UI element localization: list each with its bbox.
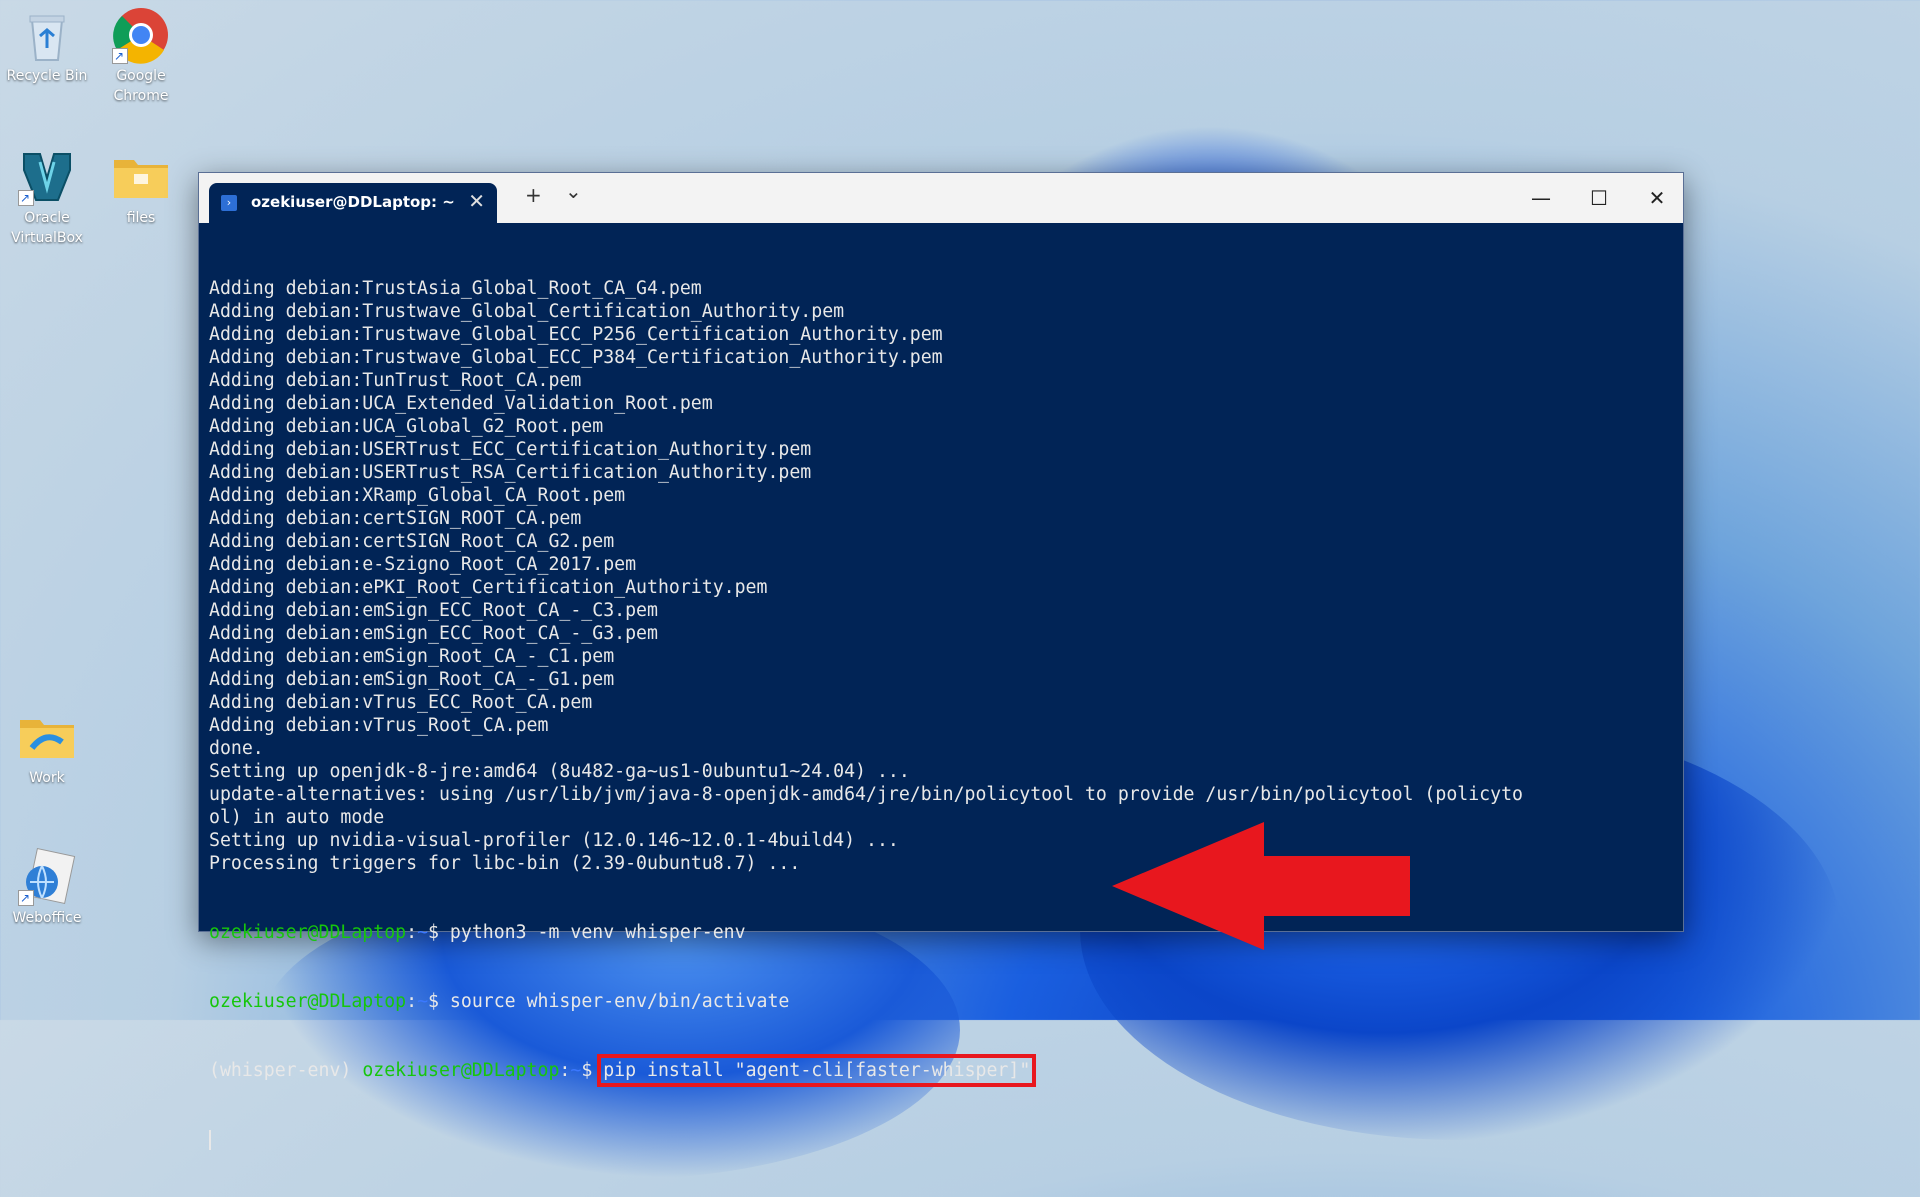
output-line: done.: [209, 738, 264, 759]
desktop-icon-weboffice[interactable]: Weboffice: [2, 847, 92, 928]
work-folder-icon: [18, 708, 76, 766]
output-line: Setting up openjdk-8-jre:amd64 (8u482-ga…: [209, 761, 910, 782]
output-line: Adding debian:Trustwave_Global_ECC_P256_…: [209, 324, 943, 345]
output-line: Adding debian:emSign_ECC_Root_CA_-_C3.pe…: [209, 600, 658, 621]
output-line: Adding debian:emSign_Root_CA_-_G1.pem: [209, 669, 615, 690]
chrome-icon: [112, 6, 170, 66]
command-line: ozekiuser@DDLaptop:~$ python3 -m venv wh…: [209, 921, 1673, 944]
tab-close-icon[interactable]: ✕: [468, 189, 485, 213]
prompt-user: ozekiuser@DDLaptop: [362, 1060, 560, 1081]
output-line: Adding debian:Trustwave_Global_ECC_P384_…: [209, 347, 943, 368]
prompt-user: ozekiuser@DDLaptop: [209, 991, 407, 1012]
terminal-window[interactable]: › ozekiuser@DDLaptop: ~ ✕ + ⌄ — ☐ ✕ Addi…: [198, 172, 1684, 1150]
shortcut-arrow-icon: [18, 888, 34, 908]
output-line: Adding debian:TrustAsia_Global_Root_CA_G…: [209, 278, 702, 299]
output-line: Adding debian:UCA_Global_G2_Root.pem: [209, 416, 604, 437]
output-line: update-alternatives: using /usr/lib/jvm/…: [209, 784, 1523, 805]
prompt-user: ozekiuser@DDLaptop: [209, 922, 407, 943]
output-line: Adding debian:TunTrust_Root_CA.pem: [209, 370, 582, 391]
weboffice-icon: [18, 847, 76, 908]
text-cursor: [209, 1130, 211, 1150]
output-line: Setting up nvidia-visual-profiler (12.0.…: [209, 830, 899, 851]
new-tab-button[interactable]: +: [525, 183, 542, 207]
desktop-icon-label: Recycle Bin: [6, 68, 88, 84]
prompt-colon: :: [559, 1060, 571, 1081]
output-line: Adding debian:vTrus_Root_CA.pem: [209, 715, 549, 736]
command-line: ozekiuser@DDLaptop:~$ source whisper-env…: [209, 990, 1673, 1013]
venv-prefix: (whisper-env): [209, 1060, 363, 1081]
desktop-icon-label: Weboffice: [12, 910, 82, 926]
output-line: Adding debian:USERTrust_ECC_Certificatio…: [209, 439, 812, 460]
output-lines: Adding debian:TrustAsia_Global_Root_CA_G…: [209, 277, 1673, 875]
desktop-icon-oracle-virtualbox[interactable]: Oracle VirtualBox: [2, 148, 92, 248]
desktop-icon-label: Oracle VirtualBox: [11, 210, 83, 246]
desktop-icon-label: files: [126, 210, 156, 226]
output-line: Adding debian:USERTrust_RSA_Certificatio…: [209, 462, 812, 483]
shortcut-arrow-icon: [112, 46, 128, 66]
desktop-icon-work[interactable]: Work: [2, 708, 92, 788]
output-line: Adding debian:e-Szigno_Root_CA_2017.pem: [209, 554, 637, 575]
desktop-icon-label: Google Chrome: [113, 68, 169, 104]
prompt-colon: :: [406, 922, 418, 943]
shortcut-arrow-icon: [18, 188, 34, 208]
minimize-button[interactable]: —: [1517, 181, 1565, 215]
title-bar[interactable]: › ozekiuser@DDLaptop: ~ ✕ + ⌄ — ☐ ✕: [199, 173, 1683, 223]
command-line: (whisper-env) ozekiuser@DDLaptop:~$ pip …: [209, 1054, 1673, 1087]
output-line: Adding debian:emSign_Root_CA_-_C1.pem: [209, 646, 615, 667]
prompt-path: ~: [570, 1060, 582, 1081]
tab-terminal[interactable]: › ozekiuser@DDLaptop: ~ ✕: [209, 183, 497, 223]
prompt-colon: :: [406, 991, 418, 1012]
output-line: Adding debian:ePKI_Root_Certification_Au…: [209, 577, 768, 598]
output-line: ol) in auto mode: [209, 807, 385, 828]
output-line: Adding debian:UCA_Extended_Validation_Ro…: [209, 393, 713, 414]
highlighted-command: pip install "agent-cli[faster-whisper]": [597, 1054, 1037, 1087]
prompt-dollar: $: [428, 991, 450, 1012]
virtualbox-icon: [18, 148, 76, 208]
prompt-path: ~: [417, 922, 429, 943]
tab-dropdown-button[interactable]: ⌄: [565, 179, 582, 203]
output-line: Adding debian:Trustwave_Global_Certifica…: [209, 301, 845, 322]
output-line: Adding debian:certSIGN_Root_CA_G2.pem: [209, 531, 615, 552]
desktop-icon-recycle-bin[interactable]: Recycle Bin: [2, 6, 92, 86]
terminal-output[interactable]: Adding debian:TrustAsia_Global_Root_CA_G…: [209, 231, 1673, 1150]
prompt-dollar: $: [581, 1060, 604, 1081]
command-text: python3 -m venv whisper-env: [449, 922, 746, 943]
prompt-dollar: $: [428, 922, 450, 943]
powershell-icon: ›: [221, 195, 237, 211]
output-line: Adding debian:certSIGN_ROOT_CA.pem: [209, 508, 582, 529]
close-button[interactable]: ✕: [1633, 181, 1681, 215]
folder-icon: [112, 148, 170, 206]
output-line: Adding debian:emSign_ECC_Root_CA_-_G3.pe…: [209, 623, 658, 644]
input-line[interactable]: [209, 1128, 1673, 1151]
recycle-bin-icon: [18, 6, 76, 64]
output-line: Adding debian:vTrus_ECC_Root_CA.pem: [209, 692, 593, 713]
desktop-icon-label: Work: [29, 770, 65, 786]
red-arrow-icon: [1112, 822, 1410, 950]
output-line: Processing triggers for libc-bin (2.39-0…: [209, 853, 801, 874]
output-line: Adding debian:XRamp_Global_CA_Root.pem: [209, 485, 626, 506]
command-text: source whisper-env/bin/activate: [449, 991, 790, 1012]
desktop-icon-files[interactable]: files: [96, 148, 186, 228]
maximize-button[interactable]: ☐: [1575, 181, 1623, 215]
tab-title: ozekiuser@DDLaptop: ~: [251, 193, 455, 211]
prompt-path: ~: [417, 991, 429, 1012]
desktop-icon-google-chrome[interactable]: Google Chrome: [96, 6, 186, 106]
